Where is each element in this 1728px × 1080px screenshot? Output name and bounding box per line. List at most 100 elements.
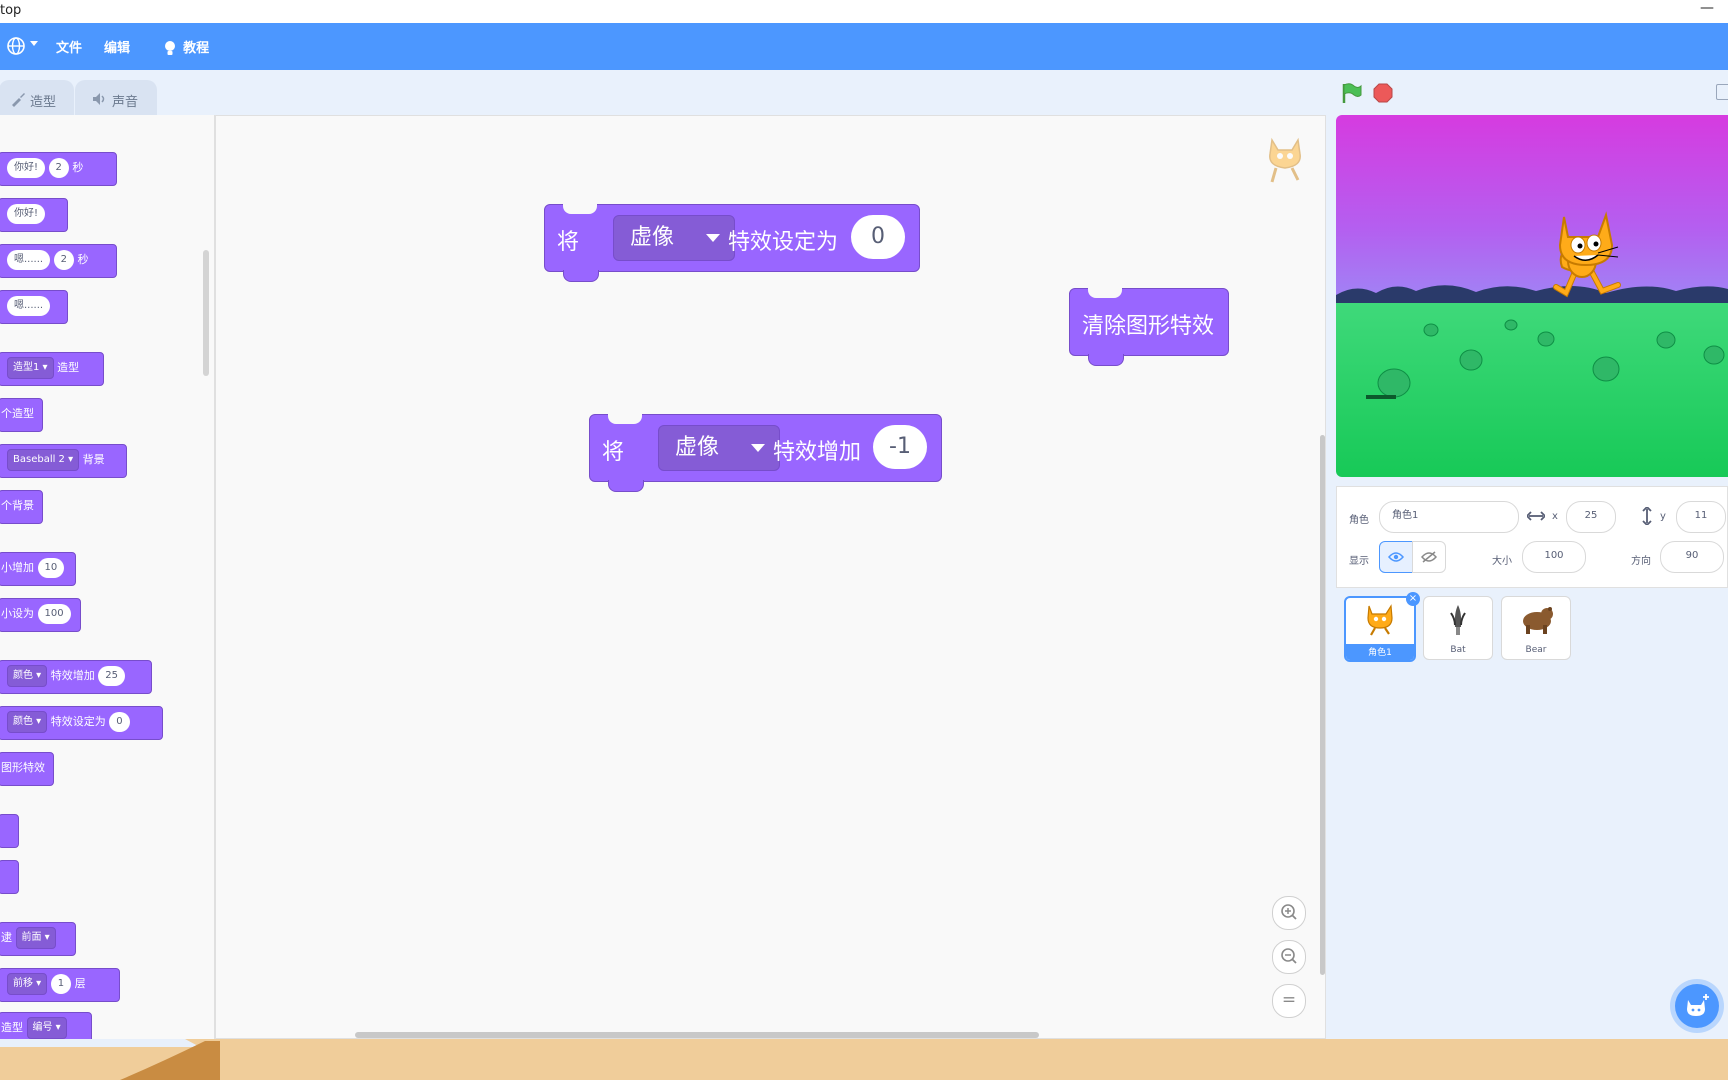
effect-value-input[interactable]: 0 <box>851 215 905 259</box>
sprite-tile[interactable]: Bat <box>1423 596 1493 660</box>
block-label: 小设为 <box>1 607 34 620</box>
sprite-name: Bear <box>1525 645 1547 655</box>
menu-edit[interactable]: 编辑 <box>104 37 130 56</box>
effect-dropdown[interactable]: 虚像 <box>613 215 735 261</box>
block-notch <box>563 204 597 214</box>
brush-icon <box>12 93 25 107</box>
language-menu[interactable] <box>6 36 40 56</box>
effect-change-input[interactable]: 25 <box>98 666 125 686</box>
y-position-input[interactable]: 11 <box>1676 501 1726 533</box>
direction-input[interactable]: 90 <box>1660 541 1724 573</box>
block-clear-graphic-effects[interactable]: 清除图形特效 <box>1069 288 1229 366</box>
stop-button[interactable] <box>1373 83 1393 103</box>
effect-dropdown[interactable]: 颜色 ▾ <box>7 711 48 733</box>
bear-sprite-icon <box>1523 607 1553 634</box>
block-change-size[interactable]: 小增加 10 <box>0 552 76 586</box>
menu-file[interactable]: 文件 <box>56 37 82 56</box>
block-think[interactable]: 嗯...... <box>0 290 68 324</box>
effect-value-input[interactable]: -1 <box>873 425 927 469</box>
cat-sprite-icon <box>1367 604 1393 636</box>
palette-scrollbar[interactable] <box>203 250 209 376</box>
block-label: 将 <box>602 440 625 465</box>
block-next-costume[interactable]: 个造型 <box>0 398 43 432</box>
think-text-input[interactable]: 嗯...... <box>7 250 51 270</box>
eye-slash-icon <box>1421 551 1437 563</box>
say-text-input[interactable]: 你好! <box>7 158 46 178</box>
sprite-name-input[interactable]: 角色1 <box>1379 501 1519 533</box>
number-name-dropdown[interactable]: 编号 ▾ <box>26 1017 67 1039</box>
backdrop-dropdown[interactable]: Baseball 2 ▾ <box>7 449 80 471</box>
block-bump <box>608 480 644 492</box>
block-label: 特效设定为 <box>50 715 106 728</box>
speaker-icon <box>93 93 105 105</box>
dropdown-value: 虚像 <box>675 435 720 460</box>
y-axis-icon <box>1642 507 1652 525</box>
think-secs-input[interactable]: 2 <box>53 250 74 270</box>
block-go-to-layer[interactable]: 逮 前面 ▾ <box>0 922 76 956</box>
chevron-down-icon <box>30 41 38 46</box>
stage-size-toggle[interactable] <box>1716 84 1728 100</box>
minimize-button[interactable]: — <box>1700 0 1714 16</box>
block-hide[interactable] <box>0 860 19 894</box>
menu-bar: 文件 编辑 教程 <box>0 23 1728 70</box>
show-hidden-button[interactable] <box>1412 541 1446 573</box>
block-switch-costume[interactable]: 造型1 ▾ 造型 <box>0 352 104 386</box>
stage-canvas[interactable] <box>1336 115 1728 477</box>
green-flag-icon <box>1342 83 1362 103</box>
sprite-tile[interactable]: Bear <box>1501 596 1571 660</box>
block-set-effect-to[interactable]: 将 虚像 特效设定为 0 <box>544 204 920 282</box>
workspace-horizontal-scrollbar[interactable] <box>355 1032 1039 1038</box>
block-change-effect-by[interactable]: 将 虚像 特效增加 -1 <box>589 414 942 492</box>
block-say[interactable]: 你好! <box>0 198 68 232</box>
delete-sprite-button[interactable]: × <box>1406 592 1420 606</box>
costume-dropdown[interactable]: 造型1 ▾ <box>7 357 54 379</box>
block-set-effect[interactable]: 颜色 ▾ 特效设定为 0 <box>0 706 163 740</box>
add-sprite-icon <box>1687 994 1709 1016</box>
layer-dropdown[interactable]: 前面 ▾ <box>15 927 56 949</box>
stage-backdrop <box>1336 115 1728 477</box>
block-say-for-secs[interactable]: 你好! 2 秒 <box>0 152 117 186</box>
size-label: 大小 <box>1492 556 1512 567</box>
size-input[interactable]: 100 <box>1522 541 1586 573</box>
block-next-backdrop[interactable]: 个背景 <box>0 490 43 524</box>
zoom-reset-button[interactable]: = <box>1272 984 1306 1018</box>
sprite-name: 角色1 <box>1368 648 1392 658</box>
stop-icon <box>1373 83 1393 103</box>
block-clear-effects[interactable]: 图形特效 <box>0 752 54 786</box>
block-show[interactable] <box>0 814 19 848</box>
globe-icon <box>7 37 25 55</box>
block-set-size[interactable]: 小设为 100 <box>0 598 81 632</box>
workspace-vertical-scrollbar[interactable] <box>1320 435 1325 975</box>
size-set-input[interactable]: 100 <box>37 604 71 624</box>
say-text-input[interactable]: 你好! <box>7 204 46 224</box>
block-change-effect[interactable]: 颜色 ▾ 特效增加 25 <box>0 660 152 694</box>
lightbulb-icon <box>165 40 175 55</box>
say-secs-input[interactable]: 2 <box>48 158 69 178</box>
dropdown-value: 编号 <box>32 1022 53 1033</box>
sprite-tile[interactable]: 角色1 × <box>1344 592 1420 662</box>
block-switch-backdrop[interactable]: Baseball 2 ▾ 背景 <box>0 444 127 478</box>
effect-dropdown[interactable]: 颜色 ▾ <box>7 665 48 687</box>
x-position-input[interactable]: 25 <box>1566 501 1616 533</box>
direction-dropdown[interactable]: 前移 ▾ <box>7 973 48 995</box>
layers-input[interactable]: 1 <box>50 974 72 994</box>
choose-sprite-button[interactable] <box>1675 984 1719 1028</box>
menu-tutorials[interactable]: 教程 <box>162 37 209 57</box>
zoom-in-icon <box>1281 904 1297 920</box>
zoom-in-button[interactable] <box>1272 896 1306 930</box>
block-go-layers[interactable]: 前移 ▾ 1 层 <box>0 968 120 1002</box>
zoom-out-button[interactable] <box>1272 940 1306 974</box>
tab-sounds[interactable]: 声音 <box>75 80 157 116</box>
dropdown-value: 颜色 <box>13 670 33 681</box>
show-visible-button[interactable] <box>1379 541 1413 573</box>
tab-costumes[interactable]: 造型 <box>0 80 74 116</box>
think-text-input[interactable]: 嗯...... <box>7 296 51 316</box>
size-change-input[interactable]: 10 <box>37 558 65 578</box>
effect-dropdown[interactable]: 虚像 <box>658 425 780 471</box>
block-label: 特效增加 <box>773 440 862 465</box>
block-think-for-secs[interactable]: 嗯...... 2 秒 <box>0 244 117 278</box>
block-label: 背景 <box>82 453 105 466</box>
block-label: 特效设定为 <box>728 230 839 255</box>
green-flag-button[interactable] <box>1340 82 1362 104</box>
effect-set-input[interactable]: 0 <box>109 712 130 732</box>
